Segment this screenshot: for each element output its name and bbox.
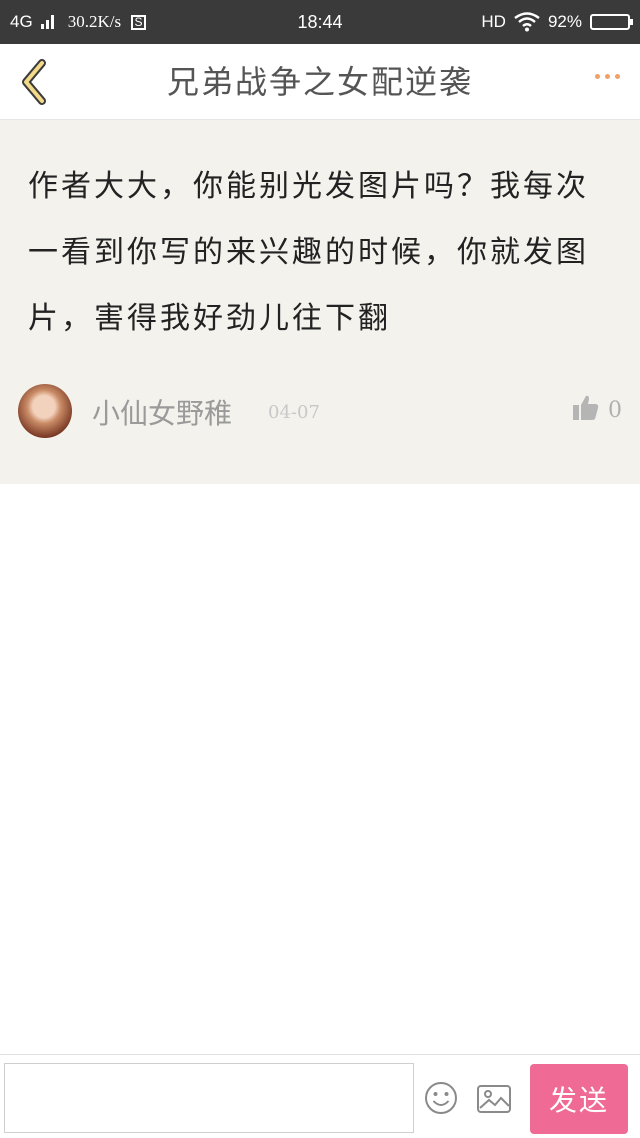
battery-percent: 92% <box>547 12 582 31</box>
hd-indicator: HD <box>481 12 506 31</box>
smiley-icon <box>425 1082 457 1114</box>
thumbs-up-icon <box>573 395 599 420</box>
more-button[interactable] <box>595 74 620 79</box>
like-button[interactable] <box>572 394 600 424</box>
comment-author[interactable]: 小仙女野稚 <box>92 392 232 432</box>
avatar[interactable] <box>18 384 72 438</box>
image-icon <box>477 1085 511 1113</box>
comment-card: 作者大大，你能别光发图片吗？我每次一看到你写的来兴趣的时候，你就发图片，害得我好… <box>0 120 640 484</box>
more-dot <box>615 74 620 79</box>
status-bar: 4G 30.2K/s S 18:44 HD 92% <box>0 0 640 44</box>
page-title: 兄弟战争之女配逆袭 <box>166 63 473 101</box>
chevron-left-icon <box>22 59 46 105</box>
wifi-icon <box>514 12 540 32</box>
send-button[interactable]: 发送 <box>530 1064 628 1134</box>
comment-date: 04-07 <box>268 402 320 423</box>
status-right: HD 92% <box>481 0 633 44</box>
reply-input[interactable] <box>4 1063 414 1133</box>
like-count: 0 <box>608 398 622 423</box>
battery-icon <box>590 14 633 30</box>
more-dot <box>605 74 610 79</box>
image-button[interactable] <box>476 1083 512 1115</box>
comment-text: 作者大大，你能别光发图片吗？我每次一看到你写的来兴趣的时候，你就发图片，害得我好… <box>28 169 589 336</box>
reply-bar: 发送 <box>0 1054 640 1138</box>
emoji-button[interactable] <box>424 1081 458 1115</box>
more-dots-icon <box>595 74 600 79</box>
back-button[interactable] <box>14 58 54 106</box>
header: 兄弟战争之女配逆袭 <box>0 44 640 120</box>
